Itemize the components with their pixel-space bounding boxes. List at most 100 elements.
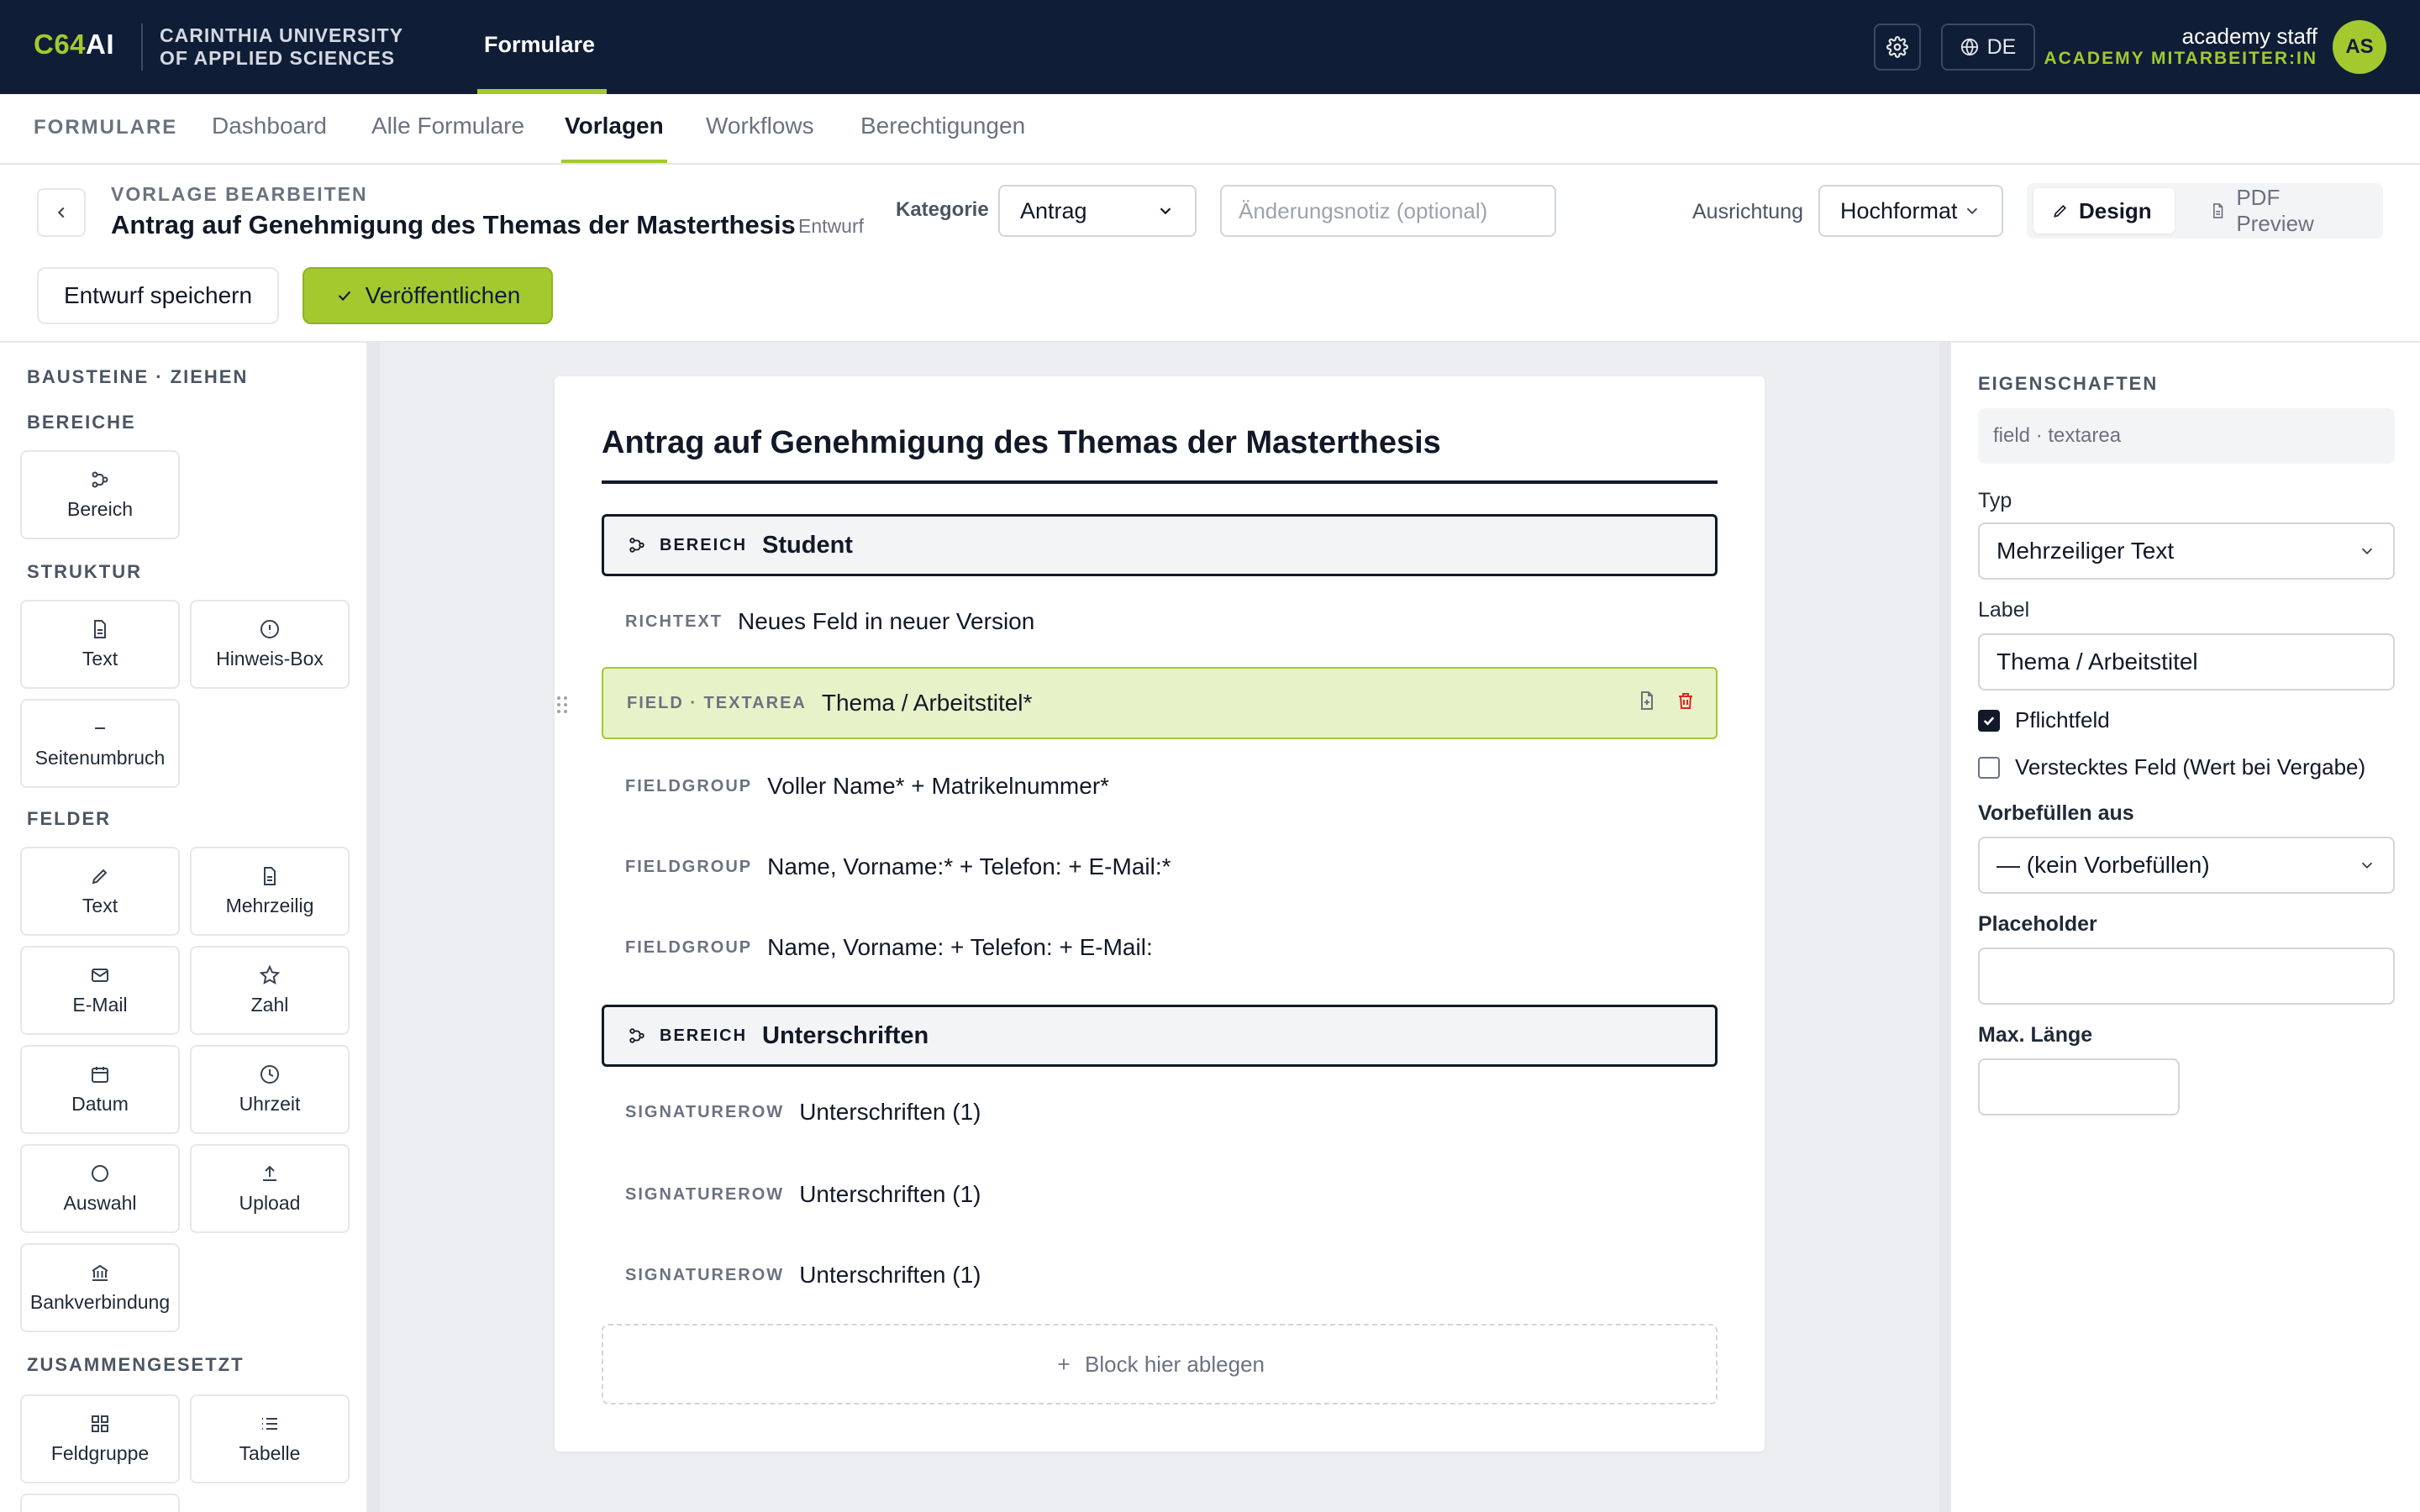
type-label: Typ <box>1978 489 2012 512</box>
back-button[interactable] <box>37 188 86 237</box>
hidden-field-checkbox[interactable]: Verstecktes Feld (Wert bei Vergabe) <box>1978 754 2365 780</box>
palette-item-email[interactable]: E-Mail <box>20 946 180 1035</box>
change-note-input[interactable] <box>1220 185 1556 237</box>
pencil-icon <box>92 869 108 884</box>
upload-icon <box>263 1165 276 1181</box>
palette-group-composite: ZUSAMMENGESETZT <box>27 1354 245 1375</box>
palette-item-text-field[interactable]: Text <box>20 847 180 936</box>
palette-item-partial[interactable] <box>20 1494 180 1512</box>
language-button[interactable]: DE <box>1941 24 2035 71</box>
tab-dashboard[interactable]: Dashboard <box>212 113 327 139</box>
palette-scrollbar[interactable] <box>368 343 380 1512</box>
app-logo[interactable]: C64AI <box>34 29 114 60</box>
top-nav-formulare[interactable]: Formulare <box>484 32 595 58</box>
pdf-preview-button[interactable]: PDF Preview <box>2191 185 2378 236</box>
avatar[interactable]: AS <box>2333 20 2386 74</box>
calendar-icon <box>92 1066 108 1083</box>
publish-button[interactable]: Veröffentlichen <box>302 267 553 324</box>
palette-item-uhrzeit[interactable]: Uhrzeit <box>190 1045 350 1134</box>
palette-item-bankverbindung[interactable]: Bankverbindung <box>20 1243 180 1332</box>
tab-workflows[interactable]: Workflows <box>706 113 814 139</box>
block-type: BEREICH <box>660 535 748 554</box>
prefill-select[interactable]: — (kein Vorbefüllen) <box>1978 837 2395 894</box>
git-branch-icon <box>92 471 108 487</box>
palette-item-feldgruppe[interactable]: Feldgruppe <box>20 1394 180 1483</box>
block-label: Unterschriften <box>762 1021 929 1049</box>
duplicate-icon[interactable] <box>1637 690 1657 711</box>
block-signaturerow[interactable]: SIGNATUREROW Unterschriften (1) <box>602 1242 1718 1309</box>
drag-handle-icon[interactable] <box>555 694 570 716</box>
hidden-field-label: Verstecktes Feld (Wert bei Vergabe) <box>2015 754 2366 780</box>
block-richtext[interactable]: RICHTEXT Neues Feld in neuer Version <box>602 588 1718 655</box>
required-checkbox[interactable]: Pflichtfeld <box>1978 707 2110 733</box>
block-type: FIELDGROUP <box>625 937 753 957</box>
palette-item-hinweis-box[interactable]: Hinweis-Box <box>190 600 350 689</box>
palette-item-label: E-Mail <box>72 993 128 1016</box>
block-palette: BAUSTEINE · ZIEHEN BEREICHE Bereich STRU… <box>0 343 368 1512</box>
tab-alle-formulare[interactable]: Alle Formulare <box>371 113 524 139</box>
block-type: SIGNATUREROW <box>625 1184 785 1204</box>
palette-group-structure: STRUKTUR <box>27 561 142 582</box>
star-icon <box>260 964 280 984</box>
tab-vorlagen[interactable]: Vorlagen <box>565 113 664 139</box>
list-icon <box>262 1417 277 1430</box>
circle-icon <box>92 1164 108 1182</box>
settings-button[interactable] <box>1874 24 1921 71</box>
tab-berechtigungen[interactable]: Berechtigungen <box>860 113 1025 139</box>
label-input[interactable]: Thema / Arbeitstitel <box>1978 633 2395 690</box>
document-icon <box>2213 203 2223 218</box>
block-label: Neues Feld in neuer Version <box>738 608 1035 634</box>
file-text-icon <box>94 619 106 638</box>
palette-item-label: Mehrzeilig <box>225 894 314 916</box>
block-field-textarea[interactable]: FIELD · TEXTAREA Thema / Arbeitstitel* <box>557 667 1718 739</box>
file-text-icon <box>264 866 276 885</box>
palette-item-upload[interactable]: Upload <box>190 1144 350 1233</box>
palette-item-label: Tabelle <box>239 1441 301 1464</box>
orientation-select[interactable]: Hochformat <box>1818 185 2003 237</box>
palette-group-areas: BEREICHE <box>27 412 136 433</box>
block-type: FIELD · TEXTAREA <box>627 693 807 712</box>
palette-item-seitenumbruch[interactable]: Seitenumbruch <box>20 699 180 788</box>
university-line-2: OF APPLIED SCIENCES <box>160 47 396 69</box>
block-section-student[interactable]: BEREICH Student <box>602 514 1718 576</box>
block-label: Unterschriften (1) <box>799 1262 981 1288</box>
save-draft-button[interactable]: Entwurf speichern <box>37 267 279 324</box>
palette-item-text-struct[interactable]: Text <box>20 600 180 689</box>
chevron-down-icon <box>1966 207 1978 215</box>
checkbox-checked[interactable] <box>1978 709 2000 732</box>
view-toggle: Design PDF Preview <box>2027 183 2383 239</box>
sheet-title: Antrag auf Genehmigung des Themas der Ma… <box>602 425 1441 460</box>
block-section-unterschriften[interactable]: BEREICH Unterschriften <box>602 1005 1718 1067</box>
required-label: Pflichtfeld <box>2015 707 2110 732</box>
canvas-scrollbar[interactable] <box>1939 343 1951 1512</box>
category-select[interactable]: Antrag <box>998 185 1197 237</box>
palette-item-auswahl[interactable]: Auswahl <box>20 1144 180 1233</box>
design-view-button[interactable]: Design <box>2033 188 2175 234</box>
type-select[interactable]: Mehrzeiliger Text <box>1978 522 2395 580</box>
chevron-down-icon <box>1160 207 1171 215</box>
drop-zone[interactable]: Block hier ablegen <box>602 1324 1718 1404</box>
palette-item-bereich[interactable]: Bereich <box>20 450 180 539</box>
placeholder-input[interactable] <box>1978 948 2395 1005</box>
git-branch-icon <box>629 538 644 553</box>
palette-item-mehrzeilig[interactable]: Mehrzeilig <box>190 847 350 936</box>
max-length-input[interactable] <box>1978 1058 2180 1116</box>
block-fieldgroup[interactable]: FIELDGROUP Voller Name* + Matrikelnummer… <box>602 753 1718 820</box>
label-value: Thema / Arbeitstitel <box>1996 648 2198 675</box>
title-rule <box>602 480 1718 484</box>
publish-label: Veröffentlichen <box>365 282 521 308</box>
block-type: BEREICH <box>660 1026 748 1045</box>
checkbox-unchecked[interactable] <box>1978 756 2000 779</box>
block-fieldgroup[interactable]: FIELDGROUP Name, Vorname:* + Telefon: + … <box>602 833 1718 900</box>
block-signaturerow[interactable]: SIGNATUREROW Unterschriften (1) <box>602 1079 1718 1146</box>
check-icon <box>338 291 350 302</box>
block-label: Thema / Arbeitstitel* <box>821 690 1033 716</box>
user-name: academy staff <box>2181 24 2317 49</box>
palette-item-tabelle[interactable]: Tabelle <box>190 1394 350 1483</box>
palette-item-datum[interactable]: Datum <box>20 1045 180 1134</box>
trash-icon[interactable] <box>1676 690 1696 711</box>
palette-item-zahl[interactable]: Zahl <box>190 946 350 1035</box>
orientation-value: Hochformat <box>1840 197 1958 223</box>
block-signaturerow[interactable]: SIGNATUREROW Unterschriften (1) <box>602 1161 1718 1228</box>
block-fieldgroup[interactable]: FIELDGROUP Name, Vorname: + Telefon: + E… <box>602 914 1718 981</box>
